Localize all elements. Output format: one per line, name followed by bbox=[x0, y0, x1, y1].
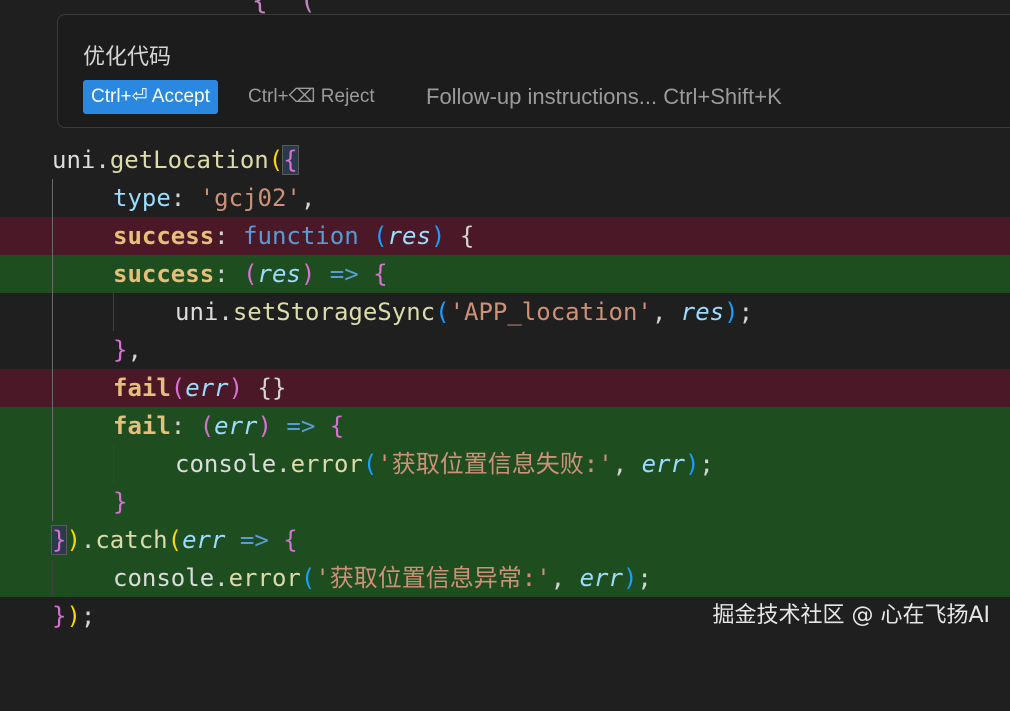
followup-input[interactable]: Follow-up instructions... Ctrl+Shift+K bbox=[426, 80, 782, 114]
added-code-line: console.error('获取位置信息异常:', err); bbox=[0, 559, 1010, 597]
reject-button[interactable]: Ctrl+⌫ Reject bbox=[248, 80, 375, 114]
added-code-line: success: (res) => { bbox=[0, 255, 1010, 293]
chat-title: 优化代码 bbox=[83, 45, 172, 70]
accept-button[interactable]: Ctrl+⏎ Accept bbox=[83, 80, 218, 114]
code-line: }, bbox=[113, 336, 142, 364]
code-line: type: 'gcj02', bbox=[113, 184, 316, 212]
indent-guide bbox=[52, 179, 53, 521]
indent-guide bbox=[52, 559, 53, 597]
inline-chat-widget: 优化代码 Ctrl+⏎ Accept Ctrl+⌫ Reject Follow-… bbox=[57, 14, 1010, 128]
added-code-line: }).catch(err => { bbox=[0, 521, 1010, 559]
indent-guide bbox=[113, 293, 114, 331]
indent-guide bbox=[113, 445, 114, 483]
removed-code-line: success: function (res) { bbox=[0, 217, 1010, 255]
added-code-line: console.error('获取位置信息失败:', err); bbox=[0, 445, 1010, 483]
top-partial-line: {( bbox=[0, 0, 1010, 14]
added-code-line: } bbox=[0, 483, 1010, 521]
removed-code-line: fail(err) {} bbox=[0, 369, 1010, 407]
watermark: 掘金技术社区 @ 心在飞扬AI bbox=[712, 603, 990, 628]
code-line: uni.getLocation({ bbox=[52, 145, 299, 175]
code-line: uni.setStorageSync('APP_location', res); bbox=[175, 298, 754, 326]
added-code-line: fail: (err) => { bbox=[0, 407, 1010, 445]
